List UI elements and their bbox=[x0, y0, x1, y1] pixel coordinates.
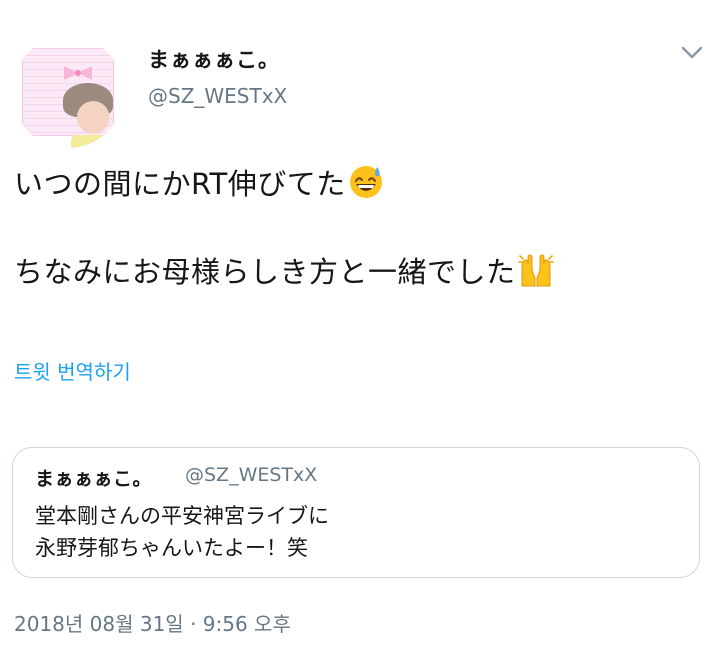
author-handle[interactable]: @SZ_WESTxX bbox=[148, 84, 287, 108]
avatar-image bbox=[22, 48, 114, 148]
tweet-text-1: いつの間にかRT伸びてた bbox=[14, 167, 346, 201]
grinning-sweat-emoji-icon bbox=[349, 166, 382, 198]
tweet-text-2: ちなみにお母様らしき方と一緒でした bbox=[14, 255, 516, 289]
avatar[interactable] bbox=[12, 36, 124, 148]
quoted-author-name: まぁぁぁこ。 bbox=[35, 468, 153, 490]
raising-hands-emoji-icon bbox=[517, 254, 554, 287]
quoted-author-handle: @SZ_WESTxX bbox=[185, 464, 318, 486]
tweet-text-line1: いつの間にかRT伸びてた bbox=[14, 162, 384, 206]
author-name[interactable]: まぁぁぁこ。 bbox=[148, 44, 280, 74]
quoted-text-line1: 堂本剛さんの平安神宮ライブに bbox=[35, 504, 329, 528]
quoted-text-line2: 永野芽郁ちゃんいたよー！笑 bbox=[35, 536, 308, 560]
quoted-tweet-text: 堂本剛さんの平安神宮ライブに 永野芽郁ちゃんいたよー！笑 bbox=[35, 500, 329, 564]
ribbon-icon bbox=[64, 66, 92, 80]
translate-tweet-link[interactable]: 트윗 번역하기 bbox=[14, 356, 131, 385]
chevron-down-icon[interactable] bbox=[680, 40, 704, 64]
tweet-text-line2: ちなみにお母様らしき方と一緒でした bbox=[14, 250, 554, 294]
tweet-timestamp[interactable]: 2018년 08월 31일 · 9:56 오후 bbox=[14, 608, 291, 637]
quoted-tweet-card[interactable]: まぁぁぁこ。 @SZ_WESTxX 堂本剛さんの平安神宮ライブに 永野芽郁ちゃん… bbox=[12, 447, 700, 578]
